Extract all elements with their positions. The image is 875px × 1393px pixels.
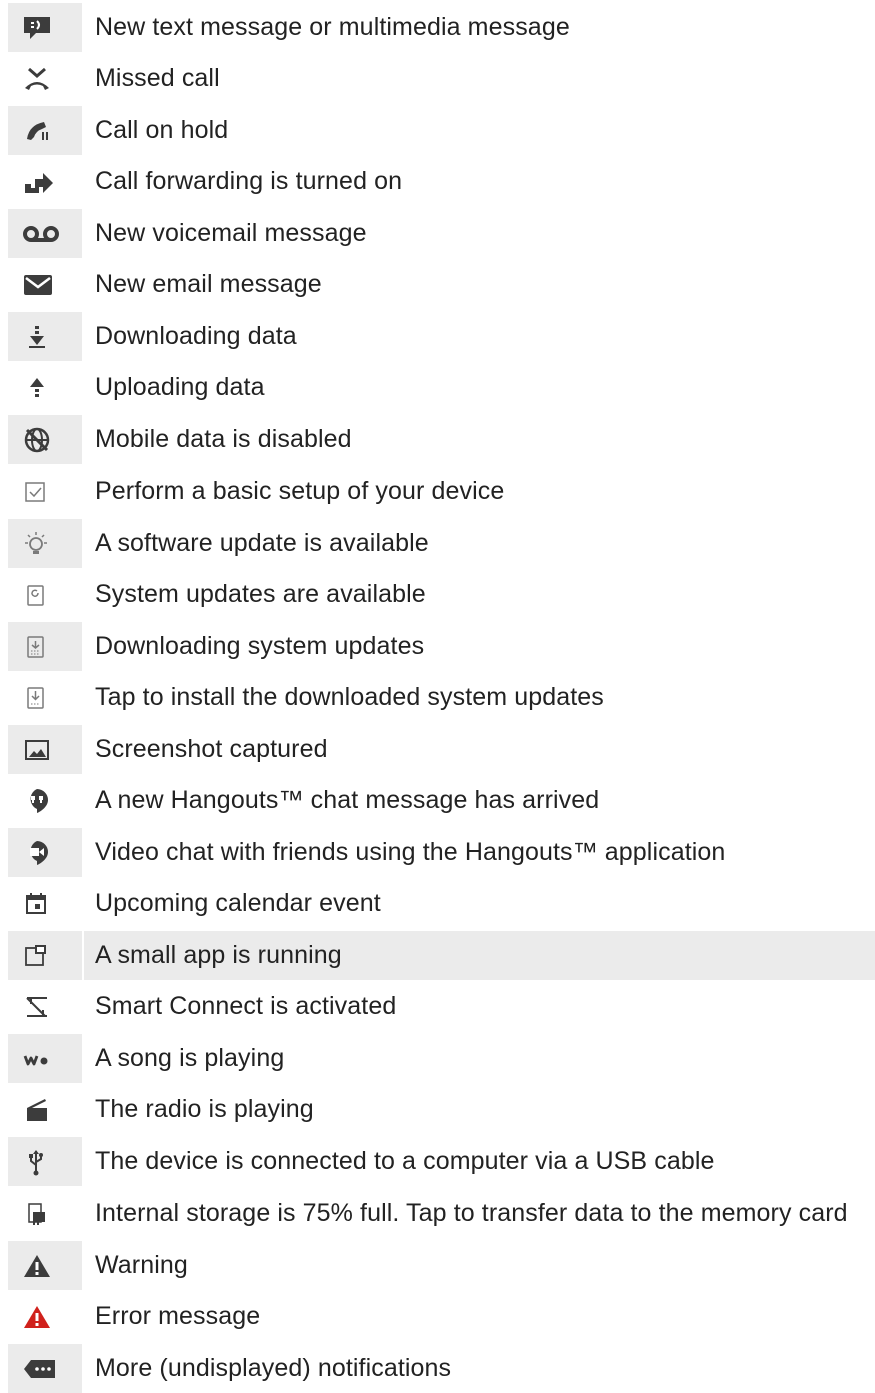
list-item: Tap to install the downloaded system upd… bbox=[0, 673, 875, 722]
list-item-label: Perform a basic setup of your device bbox=[95, 477, 505, 505]
list-item-label: Uploading data bbox=[95, 373, 265, 401]
list-item-label: System updates are available bbox=[95, 580, 426, 608]
list-item-label: Warning bbox=[95, 1251, 188, 1279]
list-item-label: Downloading data bbox=[95, 322, 297, 350]
list-item: New text message or multimedia message bbox=[0, 3, 875, 52]
list-item: Call forwarding is turned on bbox=[0, 157, 875, 206]
radio-icon bbox=[8, 1085, 82, 1134]
list-item: Upcoming calendar event bbox=[0, 879, 875, 928]
warning-icon bbox=[8, 1241, 82, 1290]
list-item-label: New email message bbox=[95, 270, 322, 298]
storage-icon bbox=[8, 1189, 82, 1238]
list-item-label: Missed call bbox=[95, 64, 220, 92]
list-item: Perform a basic setup of your device bbox=[0, 467, 875, 516]
list-item-label: Error message bbox=[95, 1302, 261, 1330]
list-item: Error message bbox=[0, 1292, 875, 1341]
list-item: Internal storage is 75% full. Tap to tra… bbox=[0, 1189, 875, 1238]
checkbox-icon bbox=[8, 467, 82, 516]
list-item-label: The device is connected to a computer vi… bbox=[95, 1147, 715, 1175]
more-notifications-icon bbox=[8, 1344, 82, 1393]
list-item-label: Screenshot captured bbox=[95, 735, 328, 763]
voicemail-icon bbox=[8, 209, 82, 258]
list-item-label: Internal storage is 75% full. Tap to tra… bbox=[95, 1199, 848, 1227]
usb-icon bbox=[8, 1137, 82, 1186]
list-item: Uploading data bbox=[0, 363, 875, 412]
list-item-label: Downloading system updates bbox=[95, 632, 425, 660]
list-item: Smart Connect is activated bbox=[0, 982, 875, 1031]
missed-call-icon bbox=[8, 54, 82, 103]
list-item: A software update is available bbox=[0, 519, 875, 568]
hangouts-chat-icon bbox=[8, 776, 82, 825]
calendar-icon bbox=[8, 879, 82, 928]
list-item: Screenshot captured bbox=[0, 725, 875, 774]
list-item-label: Video chat with friends using the Hangou… bbox=[95, 838, 726, 866]
list-item-label: Call on hold bbox=[95, 116, 229, 144]
list-item-label: A new Hangouts™ chat message has arrived bbox=[95, 786, 600, 814]
list-item: The radio is playing bbox=[0, 1085, 875, 1134]
list-item: Mobile data is disabled bbox=[0, 415, 875, 464]
list-item: Downloading system updates bbox=[0, 622, 875, 671]
list-item: Call on hold bbox=[0, 106, 875, 155]
list-item-label: A song is playing bbox=[95, 1044, 285, 1072]
list-item-label: More (undisplayed) notifications bbox=[95, 1354, 452, 1382]
list-item-label: The radio is playing bbox=[95, 1095, 314, 1123]
list-item: System updates are available bbox=[0, 570, 875, 619]
list-item: The device is connected to a computer vi… bbox=[0, 1137, 875, 1186]
list-item: New voicemail message bbox=[0, 209, 875, 258]
list-item: Video chat with friends using the Hangou… bbox=[0, 828, 875, 877]
list-item: A song is playing bbox=[0, 1034, 875, 1083]
list-item-label: Tap to install the downloaded system upd… bbox=[95, 683, 604, 711]
sms-icon bbox=[8, 3, 82, 52]
list-item: Missed call bbox=[0, 54, 875, 103]
list-item: More (undisplayed) notifications bbox=[0, 1344, 875, 1393]
error-icon bbox=[8, 1292, 82, 1341]
hangouts-video-icon bbox=[8, 828, 82, 877]
list-item-label: Mobile data is disabled bbox=[95, 425, 352, 453]
smart-connect-icon bbox=[8, 982, 82, 1031]
list-item-label: A software update is available bbox=[95, 529, 429, 557]
system-update-download-icon bbox=[8, 622, 82, 671]
upload-icon bbox=[8, 363, 82, 412]
lightbulb-icon bbox=[8, 519, 82, 568]
call-forward-icon bbox=[8, 157, 82, 206]
walkman-icon bbox=[8, 1034, 82, 1083]
call-on-hold-icon bbox=[8, 106, 82, 155]
list-item-label: New voicemail message bbox=[95, 219, 367, 247]
list-item: Warning bbox=[0, 1241, 875, 1290]
email-icon bbox=[8, 260, 82, 309]
list-item: Downloading data bbox=[0, 312, 875, 361]
system-update-icon bbox=[8, 570, 82, 619]
list-item: A small app is running bbox=[0, 931, 875, 980]
list-item-label: A small app is running bbox=[84, 931, 875, 980]
list-item-label: New text message or multimedia message bbox=[95, 13, 570, 41]
list-item: New email message bbox=[0, 260, 875, 309]
small-app-icon bbox=[8, 931, 82, 980]
system-update-install-icon bbox=[8, 673, 82, 722]
list-item: A new Hangouts™ chat message has arrived bbox=[0, 776, 875, 825]
screenshot-icon bbox=[8, 725, 82, 774]
list-item-label: Call forwarding is turned on bbox=[95, 167, 403, 195]
list-item-label: Smart Connect is activated bbox=[95, 992, 397, 1020]
mobile-data-disabled-icon bbox=[8, 415, 82, 464]
download-icon bbox=[8, 312, 82, 361]
list-item-label: Upcoming calendar event bbox=[95, 889, 381, 917]
